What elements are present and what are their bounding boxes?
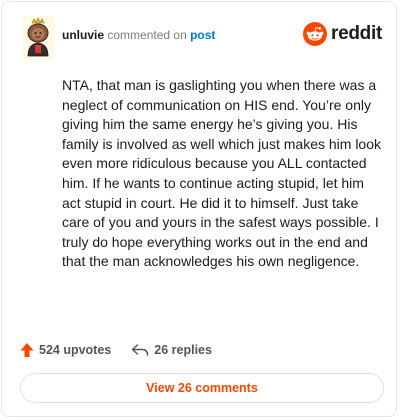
reply-stat[interactable]: 26 replies xyxy=(131,343,212,357)
post-link[interactable]: post xyxy=(190,28,215,42)
reddit-logo[interactable]: reddit xyxy=(303,22,382,46)
reddit-wordmark: reddit xyxy=(331,23,382,44)
username-link[interactable]: unluvie xyxy=(62,28,104,42)
comment-header: unluvie commented on post reddit xyxy=(2,2,396,68)
reply-arrow-icon xyxy=(132,344,149,356)
comment-card: unluvie commented on post reddit NTA, th… xyxy=(1,1,397,417)
upvote-stat[interactable]: 524 upvotes xyxy=(20,342,111,358)
upvote-arrow-icon xyxy=(20,343,34,357)
reply-count: 26 replies xyxy=(154,343,212,357)
user-avatar[interactable] xyxy=(22,16,54,60)
view-comments-button[interactable]: View 26 comments xyxy=(20,373,384,403)
upvote-count: 524 upvotes xyxy=(39,343,112,357)
comment-byline: unluvie commented on post xyxy=(62,27,215,43)
comment-stats: 524 upvotes 26 replies xyxy=(20,340,212,360)
reddit-alien-icon xyxy=(303,22,328,46)
action-text: commented on xyxy=(107,28,187,42)
comment-body: NTA, that man is gaslighting you when th… xyxy=(62,77,381,270)
